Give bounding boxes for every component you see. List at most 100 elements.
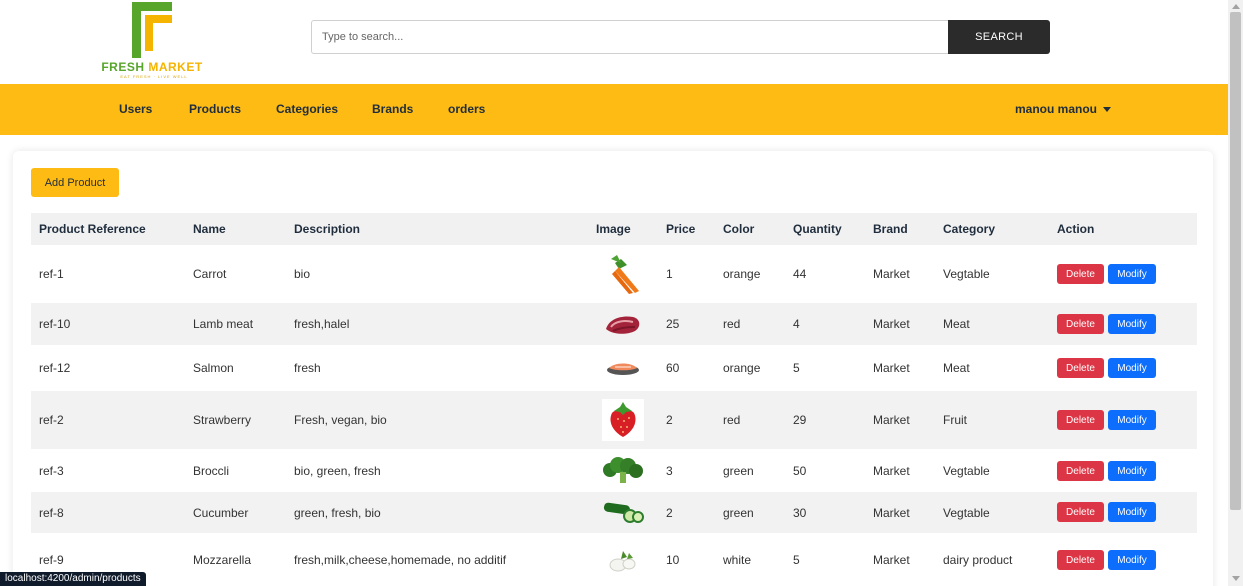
- cell-category: Meat: [943, 361, 970, 375]
- logo-text: FRESH MARKET: [101, 60, 203, 74]
- header-image: Image: [596, 222, 631, 236]
- cell-brand: Market: [873, 463, 910, 478]
- modify-button[interactable]: Modify: [1108, 264, 1156, 284]
- table-row: ref-9 Mozzarella fresh,milk,cheese,homem…: [31, 533, 1197, 586]
- header: FRESH MARKET EAT FRESH · LIVE WELL SEARC…: [0, 0, 1228, 84]
- nav-item-brands[interactable]: Brands: [372, 84, 413, 135]
- add-product-button[interactable]: Add Product: [31, 168, 119, 197]
- cell-color: red: [723, 317, 741, 331]
- modify-button[interactable]: Modify: [1108, 358, 1156, 378]
- cell-color: green: [723, 505, 754, 520]
- search-bar: SEARCH: [311, 20, 1050, 54]
- cell-name: Salmon: [193, 361, 234, 375]
- modify-button[interactable]: Modify: [1108, 410, 1156, 430]
- cell-price: 1: [666, 267, 673, 281]
- delete-button[interactable]: Delete: [1057, 502, 1104, 522]
- delete-button[interactable]: Delete: [1057, 264, 1104, 284]
- delete-button[interactable]: Delete: [1057, 410, 1104, 430]
- cell-name: Lamb meat: [193, 317, 254, 331]
- cell-quantity: 50: [793, 463, 807, 478]
- header-quantity: Quantity: [793, 222, 842, 236]
- cell-category: Meat: [943, 317, 970, 331]
- cell-ref: ref-8: [39, 505, 64, 520]
- delete-button[interactable]: Delete: [1057, 461, 1104, 481]
- caret-down-icon: [1103, 107, 1112, 113]
- cell-color: red: [723, 413, 741, 427]
- cell-color: green: [723, 463, 754, 478]
- cell-image: [601, 355, 645, 381]
- cell-category: dairy product: [943, 553, 1013, 567]
- modify-button[interactable]: Modify: [1108, 550, 1156, 570]
- status-bar-url: localhost:4200/admin/products: [0, 572, 146, 586]
- nav-item-categories[interactable]: Categories: [276, 84, 338, 135]
- cell-ref: ref-1: [39, 267, 64, 281]
- broccoli-image-icon: [603, 457, 643, 483]
- table-row: ref-10 Lamb meat fresh,halel 25 red 4 Ma…: [31, 303, 1197, 345]
- cell-brand: Market: [873, 505, 910, 520]
- products-table: Product Reference Name Description Image…: [31, 213, 1197, 586]
- cell-category: Fruit: [943, 413, 967, 427]
- nav-item-orders[interactable]: orders: [448, 84, 485, 135]
- salmon-image-icon: [607, 363, 639, 375]
- scroll-up-icon[interactable]: [1232, 4, 1240, 9]
- cell-brand: Market: [873, 267, 910, 281]
- delete-button[interactable]: Delete: [1057, 358, 1104, 378]
- modify-button[interactable]: Modify: [1108, 314, 1156, 334]
- cell-price: 2: [666, 413, 673, 427]
- cell-category: Vegtable: [943, 267, 990, 281]
- delete-button[interactable]: Delete: [1057, 550, 1104, 570]
- user-menu[interactable]: manou manou: [1015, 84, 1112, 135]
- scroll-down-icon[interactable]: [1232, 576, 1240, 581]
- cell-ref: ref-10: [39, 317, 71, 331]
- cell-quantity: 5: [793, 361, 800, 375]
- cell-name: Mozzarella: [193, 553, 252, 567]
- table-header: Product Reference Name Description Image…: [31, 213, 1197, 245]
- delete-button[interactable]: Delete: [1057, 314, 1104, 334]
- header-color: Color: [723, 222, 755, 236]
- cell-category: Vegtable: [943, 463, 990, 478]
- logo-mark-icon: [132, 2, 172, 58]
- cell-color: orange: [723, 267, 761, 281]
- page: FRESH MARKET EAT FRESH · LIVE WELL SEARC…: [0, 0, 1243, 586]
- cell-price: 3: [666, 463, 673, 478]
- modify-button[interactable]: Modify: [1108, 461, 1156, 481]
- cell-image: [601, 253, 645, 295]
- strawberry-image-icon: [602, 399, 644, 441]
- scroll-thumb[interactable]: [1230, 12, 1241, 510]
- page-scrollbar[interactable]: [1228, 0, 1243, 586]
- header-description: Description: [294, 222, 361, 236]
- cell-price: 2: [666, 505, 673, 520]
- table-row: ref-8 Cucumber green, fresh, bio 2 green…: [31, 492, 1197, 533]
- cell-category: Vegtable: [943, 505, 990, 520]
- main-nav: Users Products Categories Brands orders …: [0, 84, 1228, 135]
- logo-tagline: EAT FRESH · LIVE WELL: [120, 74, 188, 79]
- cell-price: 60: [666, 361, 680, 375]
- carrot-image-icon: [611, 255, 639, 294]
- search-input[interactable]: [311, 20, 948, 54]
- cell-description: fresh: [294, 361, 321, 375]
- nav-item-products[interactable]: Products: [189, 84, 241, 135]
- cell-image: [601, 545, 645, 575]
- cell-price: 25: [666, 317, 680, 331]
- cell-image: [601, 498, 645, 526]
- cell-image: [601, 399, 645, 441]
- table-row: ref-3 Broccli bio, green, fresh 3 green …: [31, 449, 1197, 492]
- mozzarella-image-icon: [609, 551, 636, 572]
- cell-description: bio, green, fresh: [294, 463, 381, 478]
- nav-item-users[interactable]: Users: [119, 84, 152, 135]
- header-action: Action: [1057, 222, 1095, 236]
- cucumber-image-icon: [603, 502, 644, 523]
- cell-brand: Market: [873, 317, 910, 331]
- header-price: Price: [666, 222, 696, 236]
- header-category: Category: [943, 222, 996, 236]
- cell-name: Broccli: [193, 463, 230, 478]
- cell-quantity: 5: [793, 553, 800, 567]
- header-name: Name: [193, 222, 226, 236]
- modify-button[interactable]: Modify: [1108, 502, 1156, 522]
- logo[interactable]: FRESH MARKET EAT FRESH · LIVE WELL: [100, 0, 210, 80]
- cell-image: [601, 309, 645, 339]
- cell-brand: Market: [873, 413, 910, 427]
- table-row: ref-12 Salmon fresh 60 orange 5 Market M…: [31, 345, 1197, 391]
- table-row: ref-2 Strawberry Fresh, vegan, bio 2 red…: [31, 391, 1197, 449]
- search-button[interactable]: SEARCH: [948, 20, 1050, 54]
